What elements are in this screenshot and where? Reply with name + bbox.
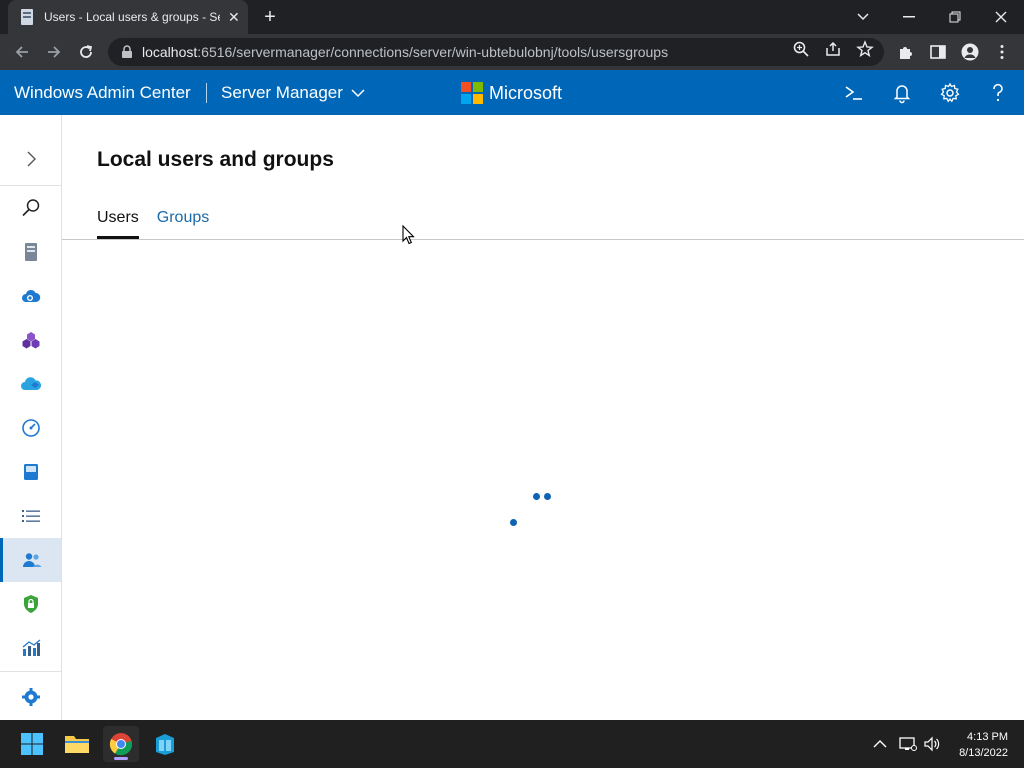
- url-path: :6516/servermanager/connections/server/w…: [197, 44, 669, 60]
- context-switcher[interactable]: Server Manager: [221, 83, 365, 103]
- context-title: Server Manager: [221, 83, 343, 102]
- spinner-dot: [533, 493, 540, 500]
- url-text: localhost:6516/servermanager/connections…: [142, 44, 668, 60]
- chrome-taskbar-button[interactable]: [103, 726, 139, 762]
- security-shield-icon: [23, 595, 38, 613]
- more-menu-icon[interactable]: [993, 43, 1011, 61]
- users-icon: [23, 553, 42, 567]
- sidebar-item-backup[interactable]: [0, 274, 61, 318]
- spinner-dot: [544, 493, 551, 500]
- tabs-divider: [62, 239, 1024, 240]
- folder-icon: [65, 736, 89, 753]
- sidebar-item-monitoring[interactable]: [0, 626, 61, 670]
- main-content: Local users and groups Users Groups: [62, 115, 1024, 720]
- clock-date: 8/13/2022: [959, 747, 1008, 759]
- sidebar-item-list[interactable]: [0, 494, 61, 538]
- new-tab-icon[interactable]: +: [258, 6, 282, 28]
- show-hidden-icons-chevron-icon[interactable]: [870, 734, 890, 754]
- side-panel-icon[interactable]: [929, 43, 947, 61]
- server-icon: [24, 243, 37, 261]
- list-icon: [21, 510, 40, 522]
- page-title: Local users and groups: [97, 148, 334, 171]
- settings-gear-icon: [21, 688, 40, 706]
- sidebar-expand-button[interactable]: [0, 137, 61, 181]
- share-icon[interactable]: [824, 40, 842, 58]
- monitoring-chart-icon: [22, 639, 40, 656]
- sidebar-item-settings[interactable]: [0, 675, 61, 719]
- url-host: localhost: [142, 44, 198, 60]
- extensions-icon[interactable]: [897, 43, 915, 61]
- help-icon[interactable]: [987, 82, 1009, 104]
- sidebar-search-button[interactable]: [0, 186, 61, 230]
- forward-icon[interactable]: [42, 40, 66, 64]
- browser-tab-strip: Users - Local users & groups - Se ✕ +: [0, 0, 1024, 34]
- powershell-icon[interactable]: [843, 82, 865, 104]
- sidebar-item-overview[interactable]: [0, 230, 61, 274]
- zoom-icon[interactable]: [792, 40, 810, 58]
- sidebar-item-storage[interactable]: [0, 450, 61, 494]
- back-icon[interactable]: [10, 40, 34, 64]
- lock-icon[interactable]: [120, 45, 134, 59]
- sidebar-divider: [0, 671, 61, 672]
- storage-icon: [23, 464, 38, 480]
- spinner-dot: [510, 519, 517, 526]
- tab-groups[interactable]: Groups: [157, 209, 209, 239]
- sidebar-item-containers[interactable]: [0, 318, 61, 362]
- browser-tab-title: Users - Local users & groups - Se: [44, 10, 220, 24]
- mouse-cursor-icon: [402, 225, 415, 245]
- notifications-bell-icon[interactable]: [891, 82, 913, 104]
- browser-toolbar: localhost:6516/servermanager/connections…: [0, 34, 1024, 70]
- close-window-icon[interactable]: [978, 0, 1024, 34]
- header-divider: [206, 83, 207, 103]
- tab-search-icon[interactable]: [840, 0, 886, 34]
- browser-tab[interactable]: Users - Local users & groups - Se ✕: [8, 0, 248, 34]
- tool-sidebar: [0, 115, 62, 720]
- sidebar-item-local-users[interactable]: [0, 538, 61, 582]
- wac-header: Windows Admin Center Server Manager Micr…: [0, 70, 1024, 115]
- server-manager-taskbar-button[interactable]: [147, 726, 183, 762]
- settings-gear-icon[interactable]: [939, 82, 961, 104]
- cloud-backup-icon: [21, 289, 40, 302]
- network-icon[interactable]: [898, 734, 918, 754]
- microsoft-logo: Microsoft: [461, 82, 562, 104]
- profile-icon[interactable]: [961, 43, 979, 61]
- close-tab-icon[interactable]: ✕: [228, 9, 240, 26]
- clock-time: 4:13 PM: [967, 731, 1008, 743]
- server-favicon-icon: [21, 9, 33, 25]
- file-explorer-button[interactable]: [59, 726, 95, 762]
- performance-icon: [21, 419, 40, 437]
- volume-icon[interactable]: [922, 734, 942, 754]
- containers-icon: [22, 332, 39, 349]
- start-button[interactable]: [14, 726, 50, 762]
- expand-icon: [27, 151, 36, 167]
- search-icon: [21, 199, 39, 217]
- server-manager-icon: [156, 734, 174, 755]
- azure-cloud-icon: [20, 377, 41, 390]
- windows-taskbar: 4:13 PM 8/13/2022: [0, 720, 1024, 768]
- microsoft-logo-icon: [461, 82, 483, 104]
- active-app-indicator: [114, 757, 128, 760]
- chrome-icon: [109, 733, 133, 756]
- windows-start-icon: [21, 733, 43, 755]
- taskbar-clock[interactable]: 4:13 PM 8/13/2022: [959, 729, 1008, 761]
- page-tabs: Users Groups: [97, 209, 227, 239]
- app-title[interactable]: Windows Admin Center: [14, 83, 191, 103]
- restore-icon[interactable]: [932, 0, 978, 34]
- minimize-icon[interactable]: [886, 0, 932, 34]
- chevron-down-icon: [351, 89, 365, 98]
- bookmark-star-icon[interactable]: [856, 40, 874, 58]
- address-bar[interactable]: localhost:6516/servermanager/connections…: [108, 38, 884, 66]
- tab-users[interactable]: Users: [97, 209, 139, 239]
- sidebar-item-performance[interactable]: [0, 406, 61, 450]
- brand-text: Microsoft: [489, 82, 563, 103]
- sidebar-item-azure[interactable]: [0, 362, 61, 406]
- reload-icon[interactable]: [74, 40, 98, 64]
- sidebar-item-security[interactable]: [0, 582, 61, 626]
